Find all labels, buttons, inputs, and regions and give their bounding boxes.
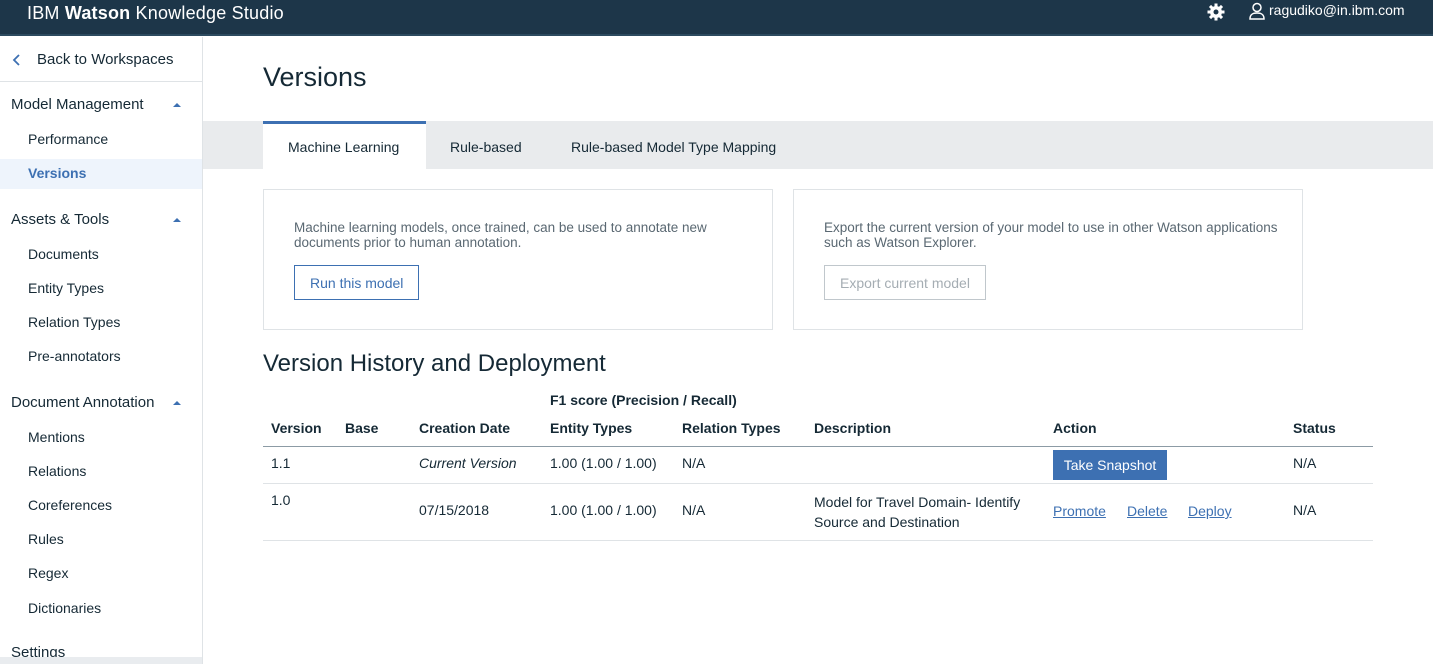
promote-link[interactable]: Promote xyxy=(1053,503,1106,519)
caret-up-icon[interactable] xyxy=(173,218,181,222)
cell-entity-types: 1.00 (1.00 / 1.00) xyxy=(550,502,657,518)
cell-entity-types: 1.00 (1.00 / 1.00) xyxy=(550,455,657,471)
user-icon[interactable] xyxy=(1249,2,1265,20)
run-model-description: Machine learning models, once trained, c… xyxy=(294,220,707,250)
delete-link[interactable]: Delete xyxy=(1127,503,1167,519)
column-header-creation-date: Creation Date xyxy=(419,420,511,436)
sidebar-item-label: Relations xyxy=(28,463,87,479)
cell-status: N/A xyxy=(1293,502,1317,518)
run-model-button[interactable]: Run this model xyxy=(294,265,420,300)
sidebar-item-label: Regex xyxy=(28,565,69,581)
deploy-link[interactable]: Deploy xyxy=(1188,503,1232,519)
column-header-description: Description xyxy=(814,420,892,436)
tab-rule-based[interactable]: Rule-based xyxy=(426,121,548,169)
sidebar-item-documents[interactable]: Documents xyxy=(0,240,202,270)
sidebar-item-label: Rules xyxy=(28,531,64,547)
column-header-entity-types: Entity Types xyxy=(550,420,633,436)
export-model-description: Export the current version of your model… xyxy=(824,220,1278,250)
f1-score-group-header: F1 score (Precision / Recall) xyxy=(550,392,737,408)
version-history-title: Version History and Deployment xyxy=(263,350,606,377)
back-label: Back to Workspaces xyxy=(37,51,174,68)
section-model-management[interactable]: Model Management xyxy=(11,96,144,113)
column-header-base: Base xyxy=(345,420,379,436)
cell-relation-types: N/A xyxy=(682,455,706,471)
brand-suffix: Knowledge Studio xyxy=(130,3,284,23)
caret-up-icon[interactable] xyxy=(173,103,181,107)
sidebar-item-relation-types[interactable]: Relation Types xyxy=(0,308,202,338)
brand-prefix: IBM xyxy=(27,3,65,23)
table-header-divider xyxy=(263,446,1373,447)
export-model-button[interactable]: Export current model xyxy=(824,265,986,300)
sidebar-item-relations[interactable]: Relations xyxy=(0,457,202,487)
sidebar-item-mentions[interactable]: Mentions xyxy=(0,423,202,453)
sidebar-item-label: Relation Types xyxy=(28,314,121,330)
run-model-card: Machine learning models, once trained, c… xyxy=(263,189,773,330)
sidebar-item-entity-types[interactable]: Entity Types xyxy=(0,274,202,304)
cell-creation-date: 07/15/2018 xyxy=(419,502,490,518)
column-header-action: Action xyxy=(1053,420,1097,436)
take-snapshot-button[interactable]: Take Snapshot xyxy=(1053,450,1167,480)
column-header-status: Status xyxy=(1293,420,1336,436)
page-title: Versions xyxy=(263,62,367,92)
export-model-card: Export the current version of your model… xyxy=(793,189,1303,330)
tab-label: Rule-based Model Type Mapping xyxy=(571,139,777,155)
sidebar-scroll-edge xyxy=(0,657,202,664)
section-document-annotation[interactable]: Document Annotation xyxy=(11,394,154,411)
sidebar-item-performance[interactable]: Performance xyxy=(0,125,202,155)
user-email[interactable]: ragudiko@in.ibm.com xyxy=(1269,2,1405,18)
sidebar-item-regex[interactable]: Regex xyxy=(0,559,202,589)
row-divider xyxy=(263,483,1373,484)
sidebar-item-dictionaries[interactable]: Dictionaries xyxy=(0,594,202,624)
section-assets-tools[interactable]: Assets & Tools xyxy=(11,211,109,228)
back-to-workspaces-link[interactable]: Back to Workspaces xyxy=(0,37,202,82)
sidebar-item-label: Versions xyxy=(28,165,87,181)
sidebar-item-label: Dictionaries xyxy=(28,600,102,616)
sidebar: Back to Workspaces Model Management Perf… xyxy=(0,37,203,664)
chevron-left-icon xyxy=(12,54,20,66)
app-brand[interactable]: IBM Watson Knowledge Studio xyxy=(27,3,284,24)
sidebar-item-pre-annotators[interactable]: Pre-annotators xyxy=(0,342,202,372)
cell-status: N/A xyxy=(1293,455,1317,471)
tab-label: Machine Learning xyxy=(288,139,400,155)
tab-label: Rule-based xyxy=(450,139,522,155)
column-header-version: Version xyxy=(271,420,322,436)
sidebar-item-coreferences[interactable]: Coreferences xyxy=(0,491,202,521)
cell-creation-date: Current Version xyxy=(419,455,517,471)
sidebar-item-label: Coreferences xyxy=(28,497,113,513)
cell-version: 1.1 xyxy=(271,455,291,471)
cell-relation-types: N/A xyxy=(682,502,706,518)
sidebar-item-label: Documents xyxy=(28,246,99,262)
sidebar-item-rules[interactable]: Rules xyxy=(0,525,202,555)
caret-up-icon[interactable] xyxy=(173,401,181,405)
sidebar-item-label: Performance xyxy=(28,131,109,147)
sidebar-item-versions[interactable]: Versions xyxy=(0,159,202,189)
cell-description: Model for Travel Domain- Identify Source… xyxy=(814,494,1021,530)
brand-bold: Watson xyxy=(64,3,131,23)
tab-rule-based-model-type-mapping[interactable]: Rule-based Model Type Mapping xyxy=(548,121,808,169)
sidebar-item-label: Entity Types xyxy=(28,280,105,296)
tab-bar: Machine Learning Rule-based Rule-based M… xyxy=(203,121,1433,169)
sidebar-item-label: Pre-annotators xyxy=(28,348,121,364)
sidebar-item-label: Mentions xyxy=(28,429,85,445)
column-header-relation-types: Relation Types xyxy=(682,420,781,436)
gear-icon[interactable] xyxy=(1206,2,1226,22)
top-bar: IBM Watson Knowledge Studio ragudiko@in.… xyxy=(0,0,1433,36)
row-divider xyxy=(263,540,1373,541)
tab-machine-learning[interactable]: Machine Learning xyxy=(263,121,426,169)
cell-version: 1.0 xyxy=(271,492,291,508)
